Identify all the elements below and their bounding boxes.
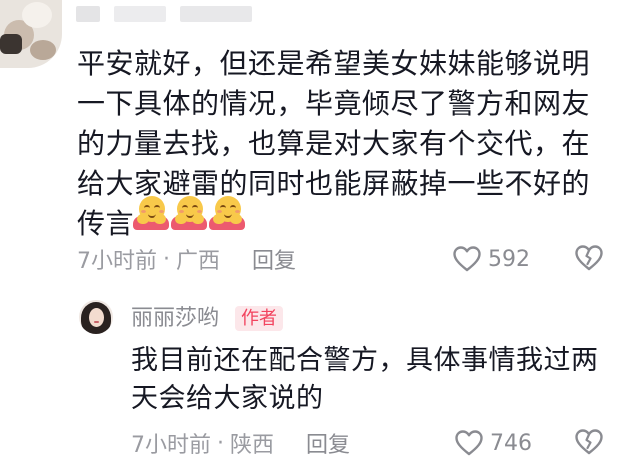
meta-separator: · (217, 430, 224, 456)
reply-meta: 7小时前 · 陕西 回复 (131, 427, 350, 459)
hugging-face-emoji (133, 196, 169, 230)
comment-emoji-row (133, 196, 245, 230)
reply-like-count: 746 (490, 430, 532, 456)
reply-dislike-button[interactable] (574, 428, 604, 458)
comment-dislike-button[interactable] (574, 244, 604, 274)
reply-location: 陕西 (230, 433, 275, 458)
commenter-name-redacted (76, 4, 252, 24)
comment-time: 7小时前 (77, 249, 157, 274)
comment-location: 广西 (176, 249, 221, 274)
reply-reply-button[interactable]: 回复 (306, 427, 350, 459)
reply-author-name[interactable]: 丽丽莎哟 (131, 305, 219, 333)
hugging-face-emoji (209, 196, 245, 230)
comment-like-count: 592 (488, 246, 530, 272)
author-badge: 作者 (235, 306, 283, 331)
meta-separator: · (163, 246, 170, 272)
commenter-avatar[interactable] (0, 0, 62, 68)
comment-meta: 7小时前 · 广西 回复 (77, 243, 296, 275)
hugging-face-emoji (171, 196, 207, 230)
broken-heart-icon (575, 245, 603, 271)
reply-like-button[interactable]: 746 (454, 428, 532, 458)
reply-time: 7小时前 (131, 433, 211, 458)
comment-like-button[interactable]: 592 (452, 244, 530, 274)
broken-heart-icon (575, 429, 603, 455)
comment-reply-button[interactable]: 回复 (252, 243, 296, 275)
reply-text: 我目前还在配合警方，具体事情我过两天会给大家说的 (131, 345, 599, 414)
heart-outline-icon (453, 246, 481, 272)
author-avatar[interactable] (79, 300, 113, 334)
heart-outline-icon (455, 430, 483, 456)
